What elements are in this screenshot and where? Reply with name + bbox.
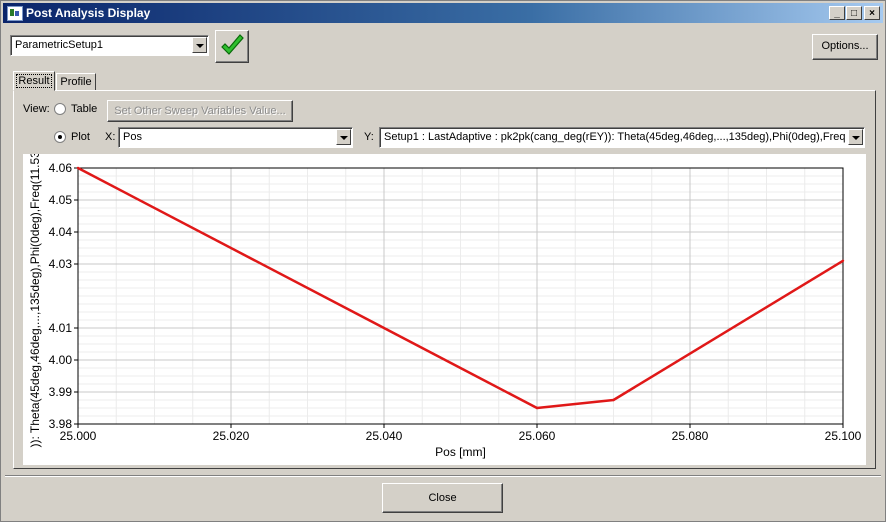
maximize-button[interactable]: □	[846, 6, 862, 20]
y-tick-label: 4.06	[49, 161, 73, 175]
y-tick-label: 4.05	[49, 193, 73, 207]
setup-select[interactable]: ParametricSetup1	[10, 35, 209, 56]
options-button[interactable]: Options...	[812, 34, 878, 60]
line-chart[interactable]: 25.000 25.020 25.040 25.060 25.080 25.100 3.98…	[23, 144, 866, 465]
x-tick-label: 25.060	[519, 429, 556, 443]
plot-radio-label: Plot	[71, 131, 90, 143]
data-point	[76, 166, 80, 170]
y-tick-label: 4.03	[49, 257, 73, 271]
y-expression-value: Setup1 : LastAdaptive : pk2pk(cang_deg(r…	[384, 131, 846, 143]
x-tick-label: 25.020	[213, 429, 250, 443]
checkmark-icon	[221, 34, 244, 55]
app-icon	[7, 6, 23, 21]
separator	[5, 475, 881, 477]
x-tick-label: 25.040	[366, 429, 403, 443]
window-title: Post Analysis Display	[26, 6, 151, 20]
table-radio[interactable]	[54, 103, 66, 115]
setup-select-value: ParametricSetup1	[15, 39, 104, 51]
x-axis-label: X:	[105, 131, 116, 143]
y-tick-label: 4.01	[49, 321, 73, 335]
plot-area[interactable]: 25.000 25.020 25.040 25.060 25.080 25.100 3.98…	[23, 144, 866, 465]
y-tick-label: 4.00	[49, 353, 73, 367]
y-tick-label: 3.99	[49, 385, 73, 399]
view-label: View:	[23, 103, 50, 115]
table-radio-label: Table	[71, 103, 98, 115]
apply-button[interactable]	[215, 30, 249, 63]
x-axis-title: Pos [mm]	[435, 445, 486, 459]
close-button-label: Close	[428, 492, 457, 504]
set-sweep-variables-button[interactable]: Set Other Sweep Variables Value...	[107, 100, 293, 122]
x-variable-select[interactable]: Pos	[118, 127, 353, 148]
y-axis-title: )): Theta(45deg,46deg,...,135deg),Phi(0d…	[28, 154, 42, 448]
plot-radio[interactable]	[54, 131, 66, 143]
tab-result[interactable]: Result	[13, 71, 55, 91]
y-expression-select[interactable]: Setup1 : LastAdaptive : pk2pk(cang_deg(r…	[379, 127, 865, 148]
data-point	[612, 398, 615, 402]
data-point	[841, 259, 845, 262]
chevron-down-icon[interactable]	[192, 37, 207, 53]
chevron-down-icon[interactable]	[848, 129, 863, 145]
tab-result-label: Result	[16, 74, 52, 88]
close-window-button[interactable]: ×	[864, 6, 880, 20]
title-bar[interactable]: Post Analysis Display _ □ ×	[3, 3, 883, 23]
minimize-button[interactable]: _	[829, 6, 845, 20]
result-panel: View: Table Set Other Sweep Variables Va…	[13, 90, 876, 469]
y-tick-label: 3.98	[49, 417, 73, 431]
x-tick-label: 25.000	[60, 429, 97, 443]
x-variable-value: Pos	[123, 131, 142, 143]
y-axis-label: Y:	[364, 131, 374, 143]
data-point	[535, 406, 539, 410]
y-tick-label: 4.04	[49, 225, 73, 239]
chevron-down-icon[interactable]	[336, 129, 351, 145]
x-tick-label: 25.080	[672, 429, 709, 443]
tab-profile[interactable]: Profile	[56, 73, 96, 91]
x-tick-label: 25.100	[825, 429, 862, 443]
close-button[interactable]: Close	[382, 483, 503, 513]
post-analysis-window: Post Analysis Display _ □ × ParametricSe…	[0, 0, 886, 522]
